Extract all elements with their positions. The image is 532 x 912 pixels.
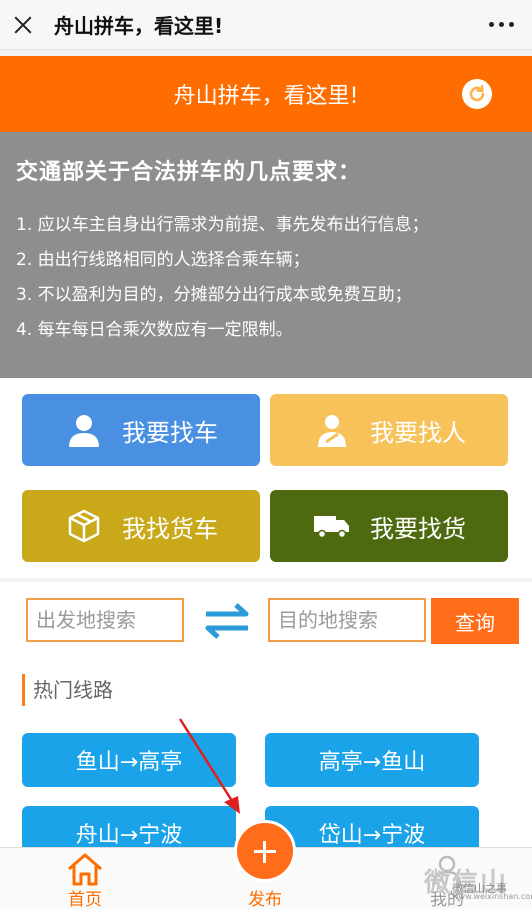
person-edit-icon: [312, 410, 352, 450]
tab-publish-label[interactable]: 发布: [234, 885, 296, 910]
find-people-button[interactable]: 我要找人: [270, 394, 508, 466]
refresh-icon[interactable]: [462, 79, 492, 109]
tab-home-label: 首页: [68, 890, 102, 910]
tab-home[interactable]: 首页: [35, 848, 135, 910]
find-truck-button[interactable]: 我找货车: [22, 490, 260, 562]
swap-icon[interactable]: [200, 600, 254, 642]
top-nav-bar: 舟山拼车，看这里!: [0, 0, 532, 50]
hot-routes-title: 热门线路: [22, 674, 113, 706]
truck-icon: [312, 506, 352, 546]
find-truck-label: 我找货车: [122, 514, 218, 543]
more-icon[interactable]: [489, 22, 514, 27]
departure-search-input[interactable]: 出发地搜索: [26, 598, 184, 642]
notice-line: 4. 每车每日合乘次数应有一定限制。: [16, 320, 293, 340]
user-icon: [64, 410, 104, 450]
header-banner: 舟山拼车，看这里!: [0, 56, 532, 132]
header-title: 舟山拼车，看这里!: [173, 84, 359, 109]
package-icon: [64, 506, 104, 546]
find-car-label: 我要找车: [122, 418, 218, 447]
notice-line: 3. 不以盈利为目的，分摊部分出行成本或免费互助；: [16, 285, 412, 305]
notice-title: 交通部关于合法拼车的几点要求：: [16, 160, 362, 185]
notice-line: 1. 应以车主自身出行需求为前提、事先发布出行信息；: [16, 215, 429, 235]
home-icon: [68, 853, 102, 886]
rules-notice: 交通部关于合法拼车的几点要求： 1. 应以车主自身出行需求为前提、事先发布出行信…: [0, 132, 532, 378]
find-car-button[interactable]: 我要找车: [22, 394, 260, 466]
publish-plus-icon[interactable]: [234, 820, 296, 882]
annotation-arrow: [178, 718, 240, 814]
destination-search-input[interactable]: 目的地搜索: [268, 598, 426, 642]
route-button[interactable]: 高亭→鱼山: [265, 733, 479, 787]
find-cargo-label: 我要找货: [370, 514, 466, 543]
watermark-url: www.weixinshan.com: [452, 892, 532, 901]
page-title: 舟山拼车，看这里!: [54, 14, 224, 38]
find-people-label: 我要找人: [370, 418, 466, 447]
close-icon[interactable]: [12, 14, 34, 36]
notice-line: 2. 由出行线路相同的人选择合乘车辆；: [16, 250, 310, 270]
query-button[interactable]: 查询: [431, 598, 519, 644]
find-cargo-button[interactable]: 我要找货: [270, 490, 508, 562]
action-panel: 我要找车 我要找人 我找货车 我要找货: [0, 378, 532, 578]
